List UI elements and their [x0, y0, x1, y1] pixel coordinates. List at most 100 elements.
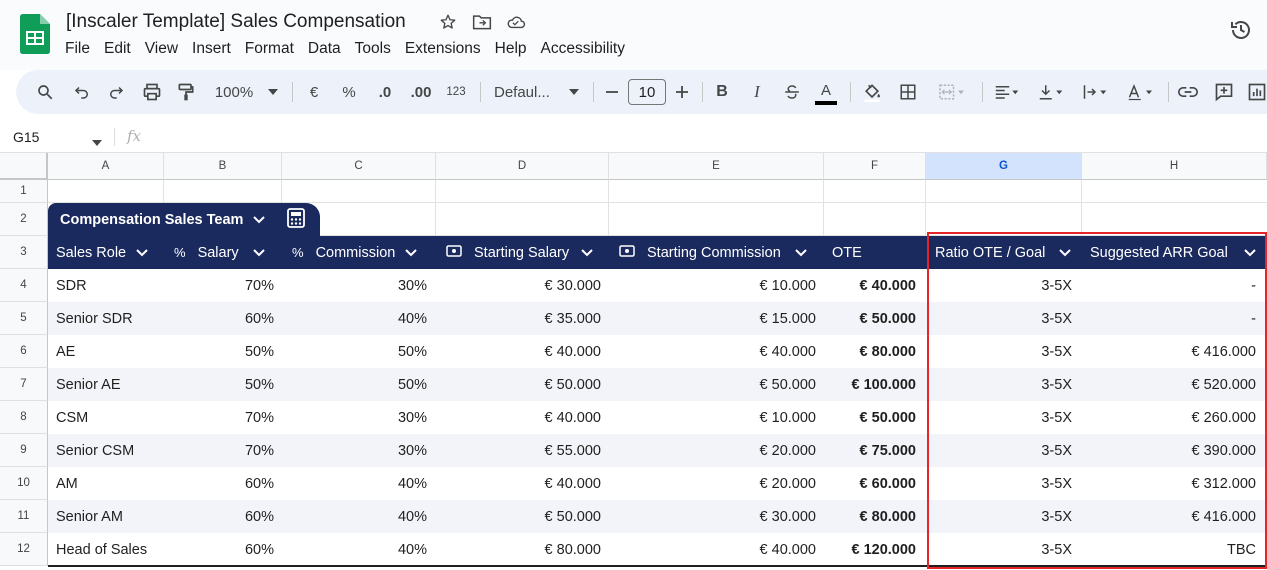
row-header-5[interactable]: 5 [0, 302, 48, 335]
row-header-3[interactable]: 3 [0, 236, 48, 269]
cell-salary[interactable]: 70% [164, 401, 274, 434]
currency-format-button[interactable]: € [304, 70, 324, 114]
menu-edit[interactable]: Edit [97, 38, 138, 60]
header-commission[interactable]: % Commission [292, 236, 436, 269]
cell-sales-role[interactable]: CSM [56, 401, 164, 434]
cell-ote[interactable]: € 50.000 [824, 401, 916, 434]
column-header-a[interactable]: A [48, 153, 164, 180]
cell-commission[interactable]: 40% [282, 533, 427, 566]
font-dropdown-icon[interactable] [567, 70, 581, 114]
font-size-input[interactable]: 10 [628, 79, 666, 105]
text-rotation-icon[interactable] [1120, 70, 1160, 114]
more-formats-button[interactable]: 123 [444, 70, 468, 114]
cell-starting-commission[interactable]: € 10.000 [609, 401, 816, 434]
chevron-down-icon[interactable] [405, 245, 418, 261]
cell-starting-salary[interactable]: € 40.000 [436, 467, 601, 500]
cell-ote[interactable]: € 80.000 [824, 500, 916, 533]
menu-data[interactable]: Data [301, 38, 348, 60]
cell-salary[interactable]: 50% [164, 335, 274, 368]
cell-starting-commission[interactable]: € 20.000 [609, 434, 816, 467]
cell-starting-salary[interactable]: € 35.000 [436, 302, 601, 335]
cell-starting-salary[interactable]: € 80.000 [436, 533, 601, 566]
decrease-decimal-button[interactable]: .0 [372, 70, 398, 114]
text-wrapping-icon[interactable] [1076, 70, 1114, 114]
cell-salary[interactable]: 70% [164, 434, 274, 467]
cell-starting-commission[interactable]: € 20.000 [609, 467, 816, 500]
menu-view[interactable]: View [138, 38, 185, 60]
cell-salary[interactable]: 70% [164, 269, 274, 302]
insert-comment-icon[interactable] [1212, 70, 1236, 114]
chevron-down-icon[interactable] [581, 245, 593, 261]
table-name-tab[interactable]: Compensation Sales Team [48, 203, 320, 236]
cell-salary[interactable]: 60% [164, 533, 274, 566]
menu-accessibility[interactable]: Accessibility [534, 38, 632, 60]
text-color-button[interactable]: A [814, 70, 838, 114]
cell-commission[interactable]: 30% [282, 401, 427, 434]
increase-font-size-icon[interactable] [674, 70, 690, 114]
cell-starting-commission[interactable]: € 40.000 [609, 533, 816, 566]
cell-starting-salary[interactable]: € 40.000 [436, 401, 601, 434]
borders-icon[interactable] [897, 70, 919, 114]
cell-sales-role[interactable]: Head of Sales [56, 533, 164, 566]
paint-format-icon[interactable] [175, 70, 197, 114]
row-header-11[interactable]: 11 [0, 500, 48, 533]
column-header-h[interactable]: H [1082, 153, 1267, 180]
cell-starting-commission[interactable]: € 50.000 [609, 368, 816, 401]
cell-commission[interactable]: 40% [282, 467, 427, 500]
menu-extensions[interactable]: Extensions [398, 38, 488, 60]
cell-salary[interactable]: 60% [164, 500, 274, 533]
print-icon[interactable] [141, 70, 163, 114]
strikethrough-icon[interactable] [781, 70, 803, 114]
cell-salary[interactable]: 60% [164, 467, 274, 500]
select-all-corner[interactable] [0, 153, 48, 180]
header-sales-role[interactable]: Sales Role [56, 236, 164, 269]
decrease-font-size-icon[interactable] [604, 70, 620, 114]
column-header-f[interactable]: F [824, 153, 926, 180]
insert-link-icon[interactable] [1176, 70, 1200, 114]
cell-starting-salary[interactable]: € 50.000 [436, 500, 601, 533]
font-family-select[interactable]: Defaul... [494, 70, 558, 114]
cell-starting-commission[interactable]: € 15.000 [609, 302, 816, 335]
table-menu-chevron-icon[interactable] [253, 212, 266, 228]
row-header-7[interactable]: 7 [0, 368, 48, 401]
row-header-1[interactable]: 1 [0, 180, 48, 203]
row-header-8[interactable]: 8 [0, 401, 48, 434]
row-header-9[interactable]: 9 [0, 434, 48, 467]
cell-starting-commission[interactable]: € 30.000 [609, 500, 816, 533]
cell-starting-salary[interactable]: € 55.000 [436, 434, 601, 467]
row-header-6[interactable]: 6 [0, 335, 48, 368]
vertical-align-icon[interactable] [1032, 70, 1070, 114]
increase-decimal-button[interactable]: .00 [406, 70, 436, 114]
undo-icon[interactable] [71, 70, 93, 114]
version-history-icon[interactable] [1229, 18, 1253, 47]
menu-tools[interactable]: Tools [348, 38, 398, 60]
search-menus-icon[interactable] [34, 70, 56, 114]
fill-color-icon[interactable] [861, 70, 883, 114]
column-header-b[interactable]: B [164, 153, 282, 180]
column-header-e[interactable]: E [609, 153, 824, 180]
italic-button[interactable]: I [747, 70, 767, 114]
cell-sales-role[interactable]: Senior SDR [56, 302, 164, 335]
name-box[interactable]: G15 [13, 129, 39, 145]
cell-sales-role[interactable]: Senior AE [56, 368, 164, 401]
row-header-10[interactable]: 10 [0, 467, 48, 500]
horizontal-align-icon[interactable] [988, 70, 1026, 114]
cell-commission[interactable]: 40% [282, 302, 427, 335]
cell-starting-salary[interactable]: € 50.000 [436, 368, 601, 401]
header-starting-salary[interactable]: Starting Salary [446, 236, 611, 269]
cell-sales-role[interactable]: Senior AM [56, 500, 164, 533]
cell-ote[interactable]: € 100.000 [824, 368, 916, 401]
header-ote[interactable]: OTE [832, 236, 924, 269]
chevron-down-icon[interactable] [252, 245, 265, 261]
cell-sales-role[interactable]: SDR [56, 269, 164, 302]
cell-starting-salary[interactable]: € 30.000 [436, 269, 601, 302]
cell-sales-role[interactable]: AE [56, 335, 164, 368]
column-header-d[interactable]: D [436, 153, 609, 180]
cell-starting-commission[interactable]: € 40.000 [609, 335, 816, 368]
cloud-status-icon[interactable] [506, 12, 526, 32]
move-folder-icon[interactable] [472, 12, 492, 32]
cell-ote[interactable]: € 80.000 [824, 335, 916, 368]
cell-ote[interactable]: € 50.000 [824, 302, 916, 335]
insert-chart-icon[interactable] [1246, 70, 1267, 114]
cell-commission[interactable]: 30% [282, 269, 427, 302]
